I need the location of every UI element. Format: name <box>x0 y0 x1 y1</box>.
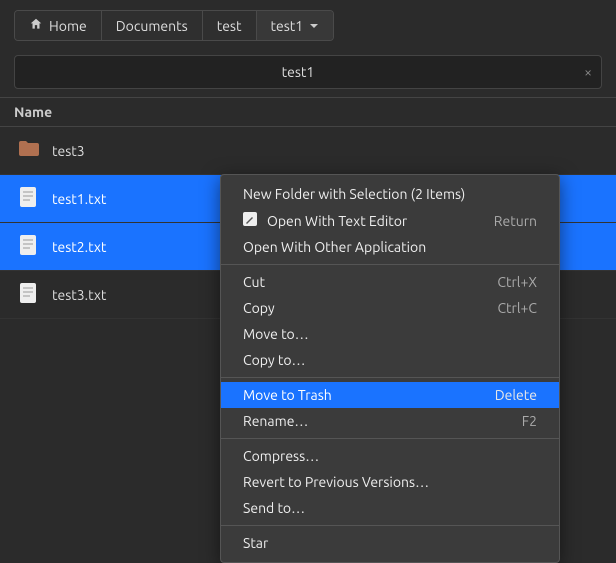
menu-copy-to[interactable]: Copy to… <box>221 347 559 373</box>
menu-label: Move to Trash <box>243 387 332 403</box>
menu-separator <box>221 264 559 265</box>
clear-search-icon[interactable]: × <box>584 64 592 80</box>
file-name: test1.txt <box>52 191 106 207</box>
menu-separator <box>221 377 559 378</box>
menu-compress[interactable]: Compress… <box>221 443 559 469</box>
menu-label: Star <box>243 535 268 551</box>
menu-label: Rename… <box>243 413 308 429</box>
breadcrumb-item-documents[interactable]: Documents <box>102 11 203 40</box>
home-icon <box>29 17 43 34</box>
menu-separator <box>221 525 559 526</box>
column-header-name[interactable]: Name <box>0 97 616 127</box>
menu-label: Move to… <box>243 326 309 342</box>
menu-separator <box>221 438 559 439</box>
menu-move-to[interactable]: Move to… <box>221 321 559 347</box>
file-name: test2.txt <box>52 239 106 255</box>
menu-shortcut: Ctrl+C <box>497 300 537 316</box>
breadcrumb-label: Documents <box>116 18 188 34</box>
breadcrumb-item-test1[interactable]: test1 <box>257 11 334 40</box>
breadcrumb-home[interactable]: Home <box>15 11 102 40</box>
menu-send-to[interactable]: Send to… <box>221 495 559 521</box>
menu-label: New Folder with Selection (2 Items) <box>243 186 465 202</box>
menu-new-folder-selection[interactable]: New Folder with Selection (2 Items) <box>221 181 559 207</box>
menu-label: Copy <box>243 300 275 316</box>
text-file-icon <box>16 281 40 308</box>
menu-label: Send to… <box>243 500 305 516</box>
breadcrumb-item-test[interactable]: test <box>203 11 257 40</box>
text-editor-app-icon <box>243 212 257 229</box>
breadcrumb: Home Documents test test1 <box>0 0 616 51</box>
menu-label: Open With Other Application <box>243 239 426 255</box>
text-file-icon <box>16 233 40 260</box>
breadcrumb-home-label: Home <box>49 18 87 34</box>
text-file-icon <box>16 185 40 212</box>
context-menu: New Folder with Selection (2 Items) Open… <box>220 174 560 563</box>
menu-star[interactable]: Star <box>221 530 559 556</box>
breadcrumb-crumbs: Home Documents test test1 <box>14 10 334 41</box>
menu-cut[interactable]: Cut Ctrl+X <box>221 269 559 295</box>
menu-label: Cut <box>243 274 265 290</box>
list-item[interactable]: test3 <box>0 127 616 175</box>
menu-move-to-trash[interactable]: Move to Trash Delete <box>221 382 559 408</box>
folder-icon <box>16 137 40 164</box>
menu-revert[interactable]: Revert to Previous Versions… <box>221 469 559 495</box>
menu-open-with-other[interactable]: Open With Other Application <box>221 234 559 260</box>
menu-rename[interactable]: Rename… F2 <box>221 408 559 434</box>
menu-label: Revert to Previous Versions… <box>243 474 429 490</box>
breadcrumb-label: test1 <box>271 18 304 34</box>
file-name: test3 <box>52 143 85 159</box>
menu-shortcut: Return <box>494 213 537 229</box>
menu-open-with-text-editor[interactable]: Open With Text Editor Return <box>221 207 559 234</box>
search-input[interactable] <box>14 55 602 89</box>
menu-label: Copy to… <box>243 352 305 368</box>
menu-label: Compress… <box>243 448 319 464</box>
search-bar: × <box>14 55 602 89</box>
breadcrumb-label: test <box>217 18 242 34</box>
chevron-down-icon <box>309 18 319 34</box>
menu-shortcut: Ctrl+X <box>497 274 537 290</box>
menu-copy[interactable]: Copy Ctrl+C <box>221 295 559 321</box>
menu-shortcut: Delete <box>495 387 537 403</box>
menu-label: Open With Text Editor <box>267 213 407 229</box>
file-name: test3.txt <box>52 287 106 303</box>
menu-shortcut: F2 <box>522 413 537 429</box>
